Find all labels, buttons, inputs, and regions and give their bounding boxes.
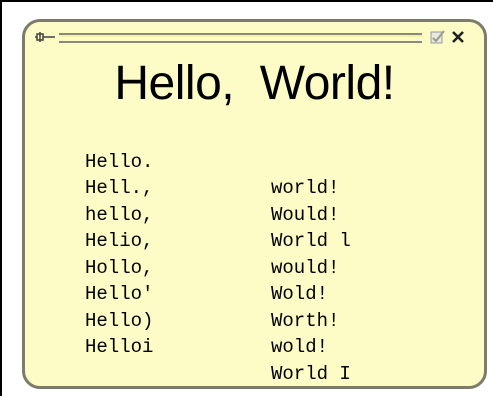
item-right: World I: [271, 362, 351, 385]
item-left: Helloi: [85, 336, 154, 358]
item-right: Worth!: [271, 309, 340, 332]
item-left: Hollo,: [85, 256, 154, 279]
item-left: Hello): [85, 309, 154, 332]
item-right: World l: [271, 230, 351, 252]
close-icon[interactable]: [450, 29, 466, 45]
item-left: Hell.,: [85, 177, 154, 199]
window-frame: Hello, World! Hello. world! Hell., Would…: [0, 0, 493, 396]
item-right: Wold!: [271, 283, 329, 305]
drag-grip[interactable]: [59, 33, 422, 43]
item-left: hello,: [85, 203, 154, 226]
note-heading: Hello, World!: [114, 57, 395, 110]
item-left: Hello.: [85, 150, 154, 173]
item-left: Helio,: [85, 230, 154, 252]
item-right: Would!: [271, 203, 340, 226]
pin-icon[interactable]: [35, 29, 57, 45]
note-text-list: Hello. world! Hell., Would! hello, World…: [85, 122, 351, 385]
note-titlebar[interactable]: [35, 29, 466, 45]
list-item: Hello. world!: [85, 122, 339, 200]
item-right: would!: [271, 256, 340, 279]
sticky-note[interactable]: Hello, World! Hello. world! Hell., Would…: [22, 19, 487, 389]
item-right: world!: [271, 177, 340, 199]
item-left: Hello': [85, 283, 154, 305]
checkmark-icon[interactable]: [430, 29, 446, 45]
item-right: wold!: [271, 336, 329, 358]
